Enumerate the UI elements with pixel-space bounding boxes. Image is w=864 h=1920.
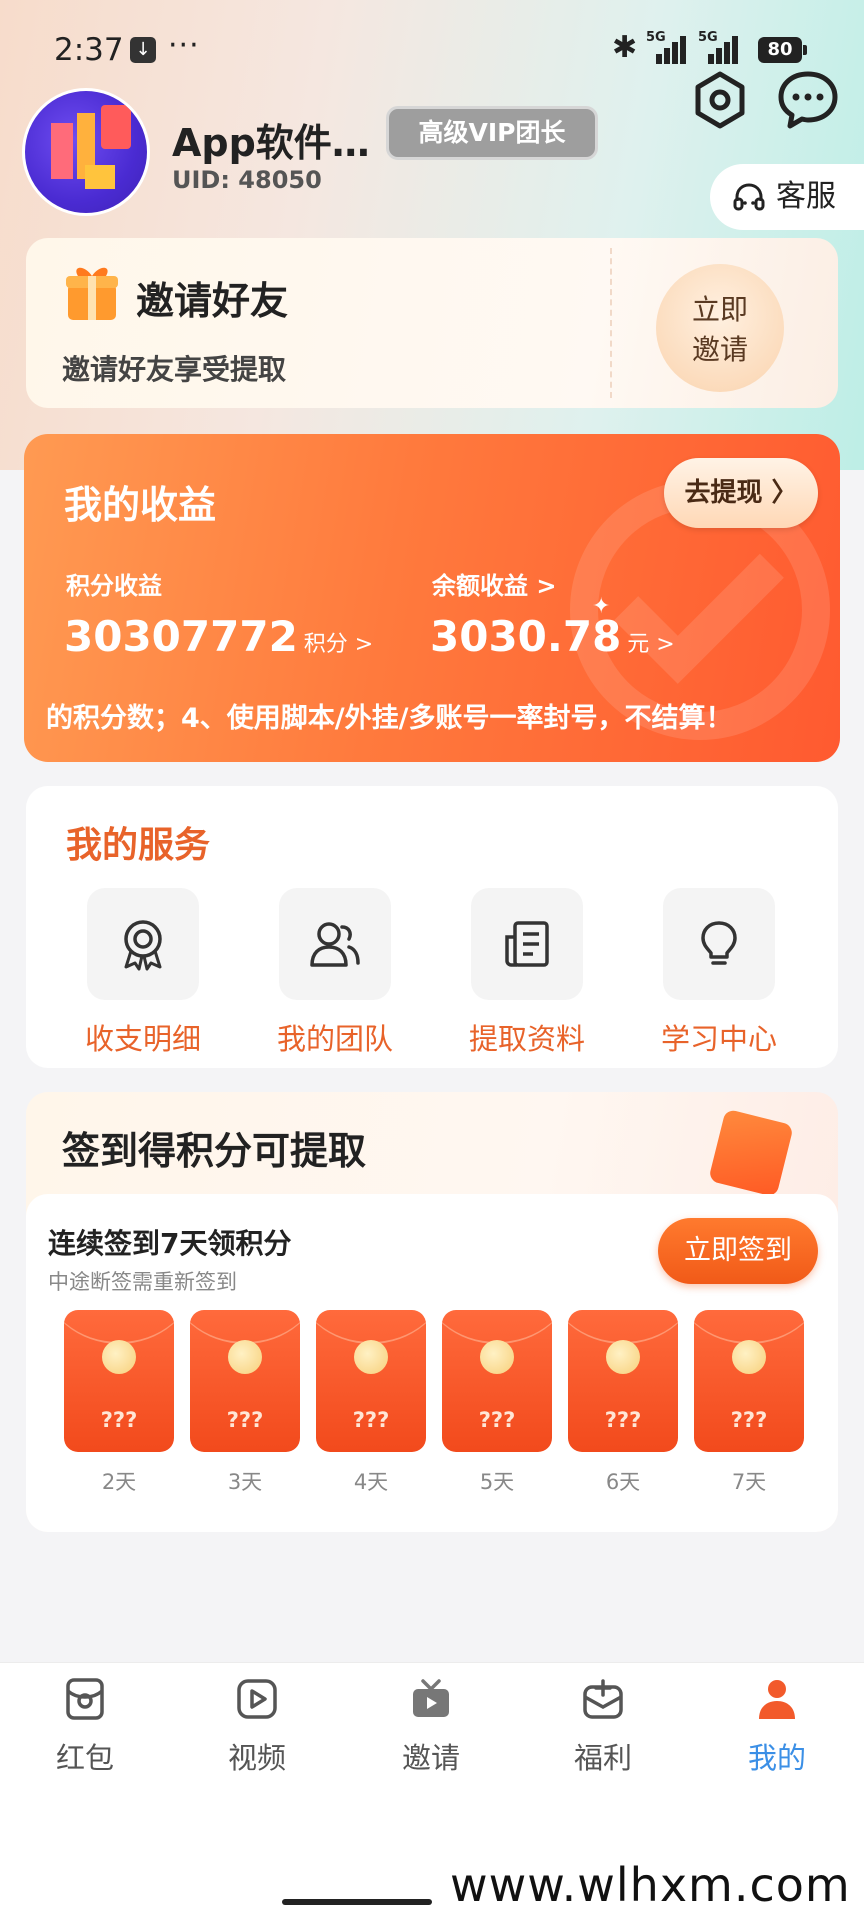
user-id: UID: 48050 [172, 166, 322, 194]
video-icon [237, 1679, 277, 1719]
more-notifications-icon: ··· [168, 28, 200, 63]
points-earnings-value[interactable]: 30307772 积分 > [64, 612, 373, 661]
service-extract-materials[interactable]: 提取资料 [452, 888, 602, 1058]
nav-tab-welfare[interactable]: 福利 [538, 1677, 668, 1777]
invite-title: 邀请好友 [136, 279, 289, 323]
avatar[interactable] [22, 88, 150, 216]
gift-icon [66, 267, 118, 320]
streak-title: 连续签到7天领积分 [48, 1227, 292, 1260]
balance-earnings-value[interactable]: 3030.78 元 > [430, 612, 675, 661]
signal-icon: 5G [698, 30, 740, 64]
red-packet-icon: ??? [190, 1310, 300, 1452]
badge-icon [124, 920, 162, 971]
vip-badge: 高级VIP团长 [386, 106, 598, 160]
signin-card: 签到得积分可提取 连续签到7天领积分 中途断签需重新签到 立即签到 ??? 2天… [26, 1092, 838, 1532]
gift-box-icon [583, 1679, 623, 1719]
red-packet-icon: ??? [64, 1310, 174, 1452]
customer-service-label: 客服 [776, 179, 836, 214]
nav-tab-me[interactable]: 我的 [712, 1677, 842, 1777]
notice-marquee: 的积分数；4、使用脚本/外挂/多账号一率封号，不结算！ [46, 703, 733, 734]
signin-day: ??? 5天 [442, 1310, 552, 1496]
streak-subtitle: 中途断签需重新签到 [48, 1270, 237, 1294]
red-packet-icon: ??? [694, 1310, 804, 1452]
message-icon[interactable] [776, 68, 840, 132]
signin-title: 签到得积分可提取 [62, 1129, 367, 1173]
battery-icon: 80 [758, 37, 807, 63]
service-income-details[interactable]: 收支明细 [68, 888, 218, 1058]
red-packet-icon: ??? [316, 1310, 426, 1452]
home-indicator[interactable] [282, 1899, 432, 1905]
services-card: 我的服务 收支明细 我的团队 提取资料 学习中心 [26, 786, 838, 1068]
document-icon [505, 921, 549, 967]
invite-now-button[interactable]: 立即 邀请 [656, 264, 784, 392]
signin-day: ??? 2天 [64, 1310, 174, 1496]
service-my-team[interactable]: 我的团队 [260, 888, 410, 1058]
balance-earnings-label[interactable]: 余额收益 > [432, 566, 556, 601]
service-learning-center[interactable]: 学习中心 [644, 888, 794, 1058]
invite-subtitle: 邀请好友享受提取 [62, 353, 287, 386]
watermark: www.wlhxm.com [450, 1858, 851, 1912]
signin-day: ??? 7天 [694, 1310, 804, 1496]
red-packet-icon [66, 1678, 104, 1720]
signal-icon: 5G [646, 30, 688, 64]
status-time: 2:37 [54, 32, 124, 68]
signin-panel: 连续签到7天领积分 中途断签需重新签到 立即签到 ??? 2天 ??? 3天 ?… [26, 1194, 838, 1532]
bluetooth-icon: ✱ [612, 30, 638, 65]
services-title: 我的服务 [66, 825, 211, 866]
red-packet-icon: ??? [442, 1310, 552, 1452]
points-earnings-label: 积分收益 [66, 572, 162, 600]
nav-tab-video[interactable]: 视频 [192, 1677, 322, 1777]
divider [610, 248, 612, 398]
withdraw-button[interactable]: 去提现 〉 [664, 458, 818, 528]
settings-icon[interactable] [688, 68, 752, 132]
lightbulb-icon [701, 921, 737, 965]
signin-now-button[interactable]: 立即签到 [658, 1218, 818, 1284]
signin-day: ??? 6天 [568, 1310, 678, 1496]
headset-icon [733, 182, 765, 210]
download-icon: ↓ [130, 37, 156, 63]
profile-icon [759, 1680, 795, 1719]
red-packet-icon: ??? [568, 1310, 678, 1452]
red-packet-decoration [708, 1108, 794, 1198]
nav-tab-invite[interactable]: 邀请 [366, 1677, 496, 1777]
earnings-title: 我的收益 [64, 483, 217, 527]
username: App软件… [172, 121, 370, 165]
team-icon [310, 922, 360, 967]
tv-icon [413, 1679, 449, 1717]
signin-day: ??? 4天 [316, 1310, 426, 1496]
nav-tab-red-packet[interactable]: 红包 [20, 1677, 150, 1777]
earnings-card: 我的收益 去提现 〉 积分收益 30307772 积分 > 余额收益 > ✦ 30… [24, 434, 840, 762]
customer-service-button[interactable]: 客服 [710, 164, 864, 230]
invite-card[interactable]: 邀请好友 邀请好友享受提取 立即 邀请 [26, 238, 838, 408]
signin-day: ??? 3天 [190, 1310, 300, 1496]
